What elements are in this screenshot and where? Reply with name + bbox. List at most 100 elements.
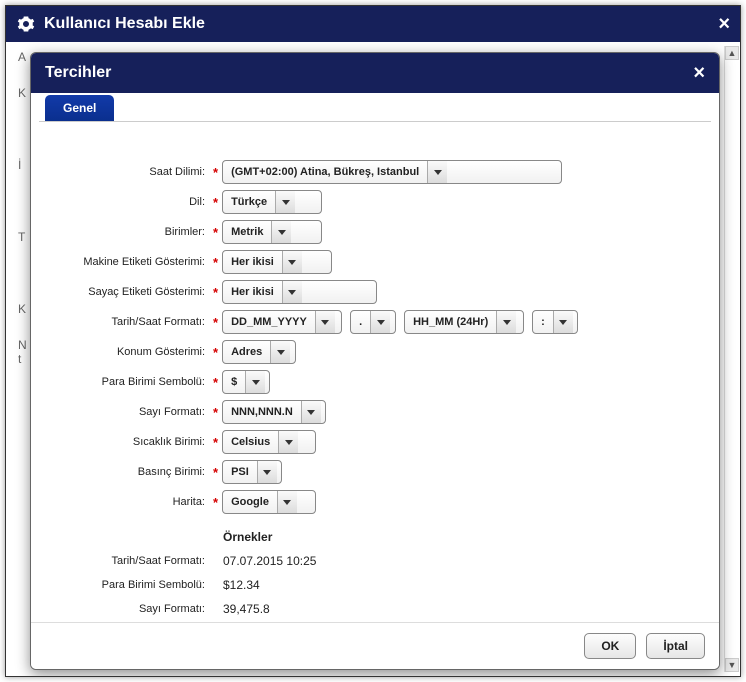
- temperature-value: Celsius: [223, 431, 278, 453]
- example-currency-value: $12.34: [223, 578, 260, 592]
- row-currency: Para Birimi Sembolü: * $: [39, 370, 711, 394]
- units-select[interactable]: Metrik: [222, 220, 322, 244]
- preferences-titlebar: Tercihler ×: [31, 53, 719, 93]
- outer-body: A K İ T K Nt ▲ ▼ Tercihler × Genel: [6, 42, 740, 676]
- chevron-down-icon: [271, 221, 291, 243]
- example-currency-label: Para Birimi Sembolü:: [39, 579, 209, 591]
- timezone-select[interactable]: (GMT+02:00) Atina, Bükreş, Istanbul: [222, 160, 562, 184]
- row-machine-label: Makine Etiketi Gösterimi: * Her ikisi: [39, 250, 711, 274]
- preferences-close-button[interactable]: ×: [693, 62, 705, 85]
- row-meter-label: Sayaç Etiketi Gösterimi: * Her ikisi: [39, 280, 711, 304]
- pressure-value: PSI: [223, 461, 257, 483]
- meter-label-select[interactable]: Her ikisi: [222, 280, 377, 304]
- chevron-down-icon: [275, 191, 295, 213]
- example-number-label: Sayı Formatı:: [39, 603, 209, 615]
- label-pressure: Basınç Birimi:: [39, 466, 209, 478]
- outer-close-button[interactable]: ×: [718, 13, 730, 36]
- map-value: Google: [223, 491, 277, 513]
- example-datetime-label: Tarih/Saat Formatı:: [39, 555, 209, 567]
- date-separator-select[interactable]: .: [350, 310, 396, 334]
- number-format-select[interactable]: NNN,NNN.N: [222, 400, 326, 424]
- preferences-panel: Saat Dilimi: * (GMT+02:00) Atina, Bükreş…: [39, 121, 711, 622]
- example-datetime-value: 07.07.2015 10:25: [223, 554, 316, 568]
- outer-dialog: Kullanıcı Hesabı Ekle × A K İ T K Nt ▲ ▼…: [5, 5, 741, 677]
- temperature-select[interactable]: Celsius: [222, 430, 316, 454]
- machine-label-select[interactable]: Her ikisi: [222, 250, 332, 274]
- scroll-up-icon[interactable]: ▲: [725, 46, 739, 60]
- chevron-down-icon: [278, 431, 298, 453]
- label-map: Harita:: [39, 496, 209, 508]
- chevron-down-icon: [496, 311, 516, 333]
- chevron-down-icon: [282, 251, 302, 273]
- required-icon: *: [213, 435, 218, 450]
- row-example-number: Sayı Formatı: 39,475.8: [39, 602, 711, 616]
- chevron-down-icon: [277, 491, 297, 513]
- scroll-down-icon[interactable]: ▼: [725, 658, 739, 672]
- label-number: Sayı Formatı:: [39, 406, 209, 418]
- outer-titlebar: Kullanıcı Hesabı Ekle ×: [6, 6, 740, 42]
- required-icon: *: [213, 375, 218, 390]
- row-temperature: Sıcaklık Birimi: * Celsius: [39, 430, 711, 454]
- units-value: Metrik: [223, 221, 271, 243]
- chevron-down-icon: [553, 311, 573, 333]
- scrollbar[interactable]: ▲ ▼: [724, 46, 738, 672]
- date-format-select[interactable]: DD_MM_YYYY: [222, 310, 342, 334]
- tab-bar: Genel: [31, 95, 719, 121]
- currency-select[interactable]: $: [222, 370, 270, 394]
- chevron-down-icon: [301, 401, 321, 423]
- chevron-down-icon: [245, 371, 265, 393]
- label-temperature: Sıcaklık Birimi:: [39, 436, 209, 448]
- timezone-value: (GMT+02:00) Atina, Bükreş, Istanbul: [223, 161, 427, 183]
- dialog-footer: OK İptal: [31, 622, 719, 669]
- required-icon: *: [213, 225, 218, 240]
- preferences-title-text: Tercihler: [45, 64, 111, 82]
- label-machine-label: Makine Etiketi Gösterimi:: [39, 256, 209, 268]
- label-timezone: Saat Dilimi:: [39, 166, 209, 178]
- location-select[interactable]: Adres: [222, 340, 296, 364]
- row-example-datetime: Tarih/Saat Formatı: 07.07.2015 10:25: [39, 554, 711, 568]
- time-separator-select[interactable]: :: [532, 310, 578, 334]
- chevron-down-icon: [282, 281, 302, 303]
- required-icon: *: [213, 195, 218, 210]
- row-number: Sayı Formatı: * NNN,NNN.N: [39, 400, 711, 424]
- language-value: Türkçe: [223, 191, 275, 213]
- row-examples-heading: Örnekler: [39, 530, 711, 544]
- chevron-down-icon: [315, 311, 335, 333]
- cancel-button[interactable]: İptal: [646, 633, 705, 659]
- chevron-down-icon: [370, 311, 390, 333]
- required-icon: *: [213, 255, 218, 270]
- label-units: Birimler:: [39, 226, 209, 238]
- example-number-value: 39,475.8: [223, 602, 270, 616]
- time-format-select[interactable]: HH_MM (24Hr): [404, 310, 524, 334]
- row-datetime: Tarih/Saat Formatı: * DD_MM_YYYY . HH_MM…: [39, 310, 711, 334]
- map-select[interactable]: Google: [222, 490, 316, 514]
- label-currency: Para Birimi Sembolü:: [39, 376, 209, 388]
- row-example-currency: Para Birimi Sembolü: $12.34: [39, 578, 711, 592]
- language-select[interactable]: Türkçe: [222, 190, 322, 214]
- chevron-down-icon: [257, 461, 277, 483]
- required-icon: *: [213, 285, 218, 300]
- location-value: Adres: [223, 341, 270, 363]
- row-language: Dil: * Türkçe: [39, 190, 711, 214]
- required-icon: *: [213, 165, 218, 180]
- required-icon: *: [213, 495, 218, 510]
- gear-icon: [16, 14, 36, 34]
- pressure-select[interactable]: PSI: [222, 460, 282, 484]
- examples-heading: Örnekler: [223, 530, 272, 544]
- required-icon: *: [213, 345, 218, 360]
- tab-general[interactable]: Genel: [45, 95, 114, 121]
- date-format-value: DD_MM_YYYY: [223, 311, 315, 333]
- label-meter-label: Sayaç Etiketi Gösterimi:: [39, 286, 209, 298]
- label-language: Dil:: [39, 196, 209, 208]
- row-location: Konum Gösterimi: * Adres: [39, 340, 711, 364]
- chevron-down-icon: [427, 161, 447, 183]
- row-pressure: Basınç Birimi: * PSI: [39, 460, 711, 484]
- ok-button[interactable]: OK: [584, 633, 636, 659]
- date-separator-value: .: [351, 311, 370, 333]
- machine-label-value: Her ikisi: [223, 251, 282, 273]
- required-icon: *: [213, 315, 218, 330]
- label-location: Konum Gösterimi:: [39, 346, 209, 358]
- label-datetime: Tarih/Saat Formatı:: [39, 316, 209, 328]
- row-map: Harita: * Google: [39, 490, 711, 514]
- meter-label-value: Her ikisi: [223, 281, 282, 303]
